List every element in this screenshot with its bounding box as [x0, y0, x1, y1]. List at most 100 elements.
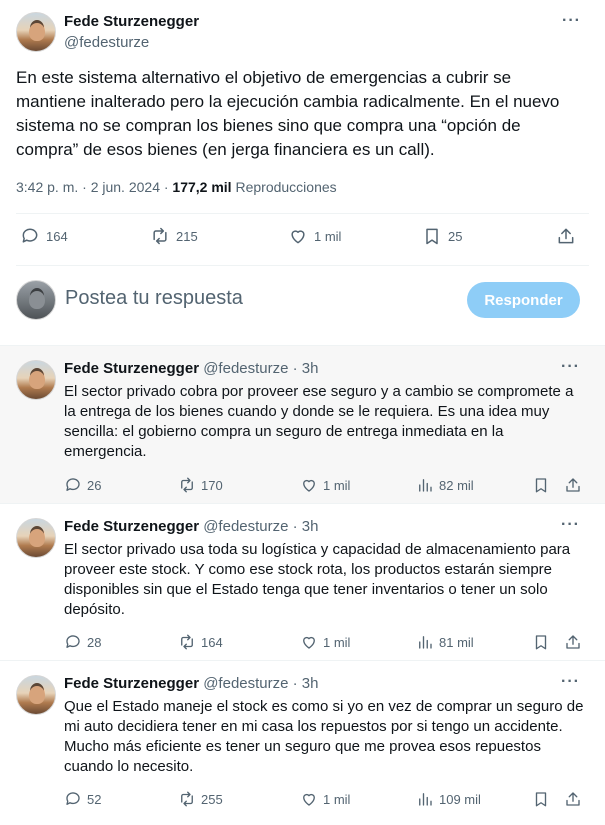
- reply-submit-button[interactable]: Responder: [467, 282, 580, 318]
- like-button[interactable]: 1 mil: [300, 633, 350, 651]
- tweet-time[interactable]: 3:42 p. m. · 2 jun. 2024 ·: [16, 179, 172, 195]
- tweet-text: En este sistema alternativo el objetivo …: [16, 68, 560, 159]
- reply-text: El sector privado usa toda su logística …: [64, 541, 571, 618]
- bookmark-icon: [535, 792, 547, 807]
- bookmark-icon: [535, 478, 547, 493]
- bookmark-button[interactable]: 25: [422, 226, 462, 246]
- bookmark-button[interactable]: [532, 790, 550, 808]
- share-button[interactable]: [556, 226, 576, 246]
- more-icon[interactable]: ···: [562, 12, 581, 30]
- more-icon[interactable]: ···: [561, 358, 580, 376]
- reply-count: 164: [46, 228, 68, 244]
- heart-icon: [303, 479, 315, 492]
- reply-bubble-icon: [22, 228, 38, 243]
- like-count: 1 mil: [323, 791, 351, 807]
- views-count: 177,2 mil: [172, 179, 232, 195]
- reply-header: Fede Sturzenegger @fedesturze · 3h: [64, 360, 319, 377]
- views-button[interactable]: 81 mil: [416, 633, 474, 651]
- repost-count: 164: [201, 634, 223, 650]
- reply-composer: Postea tu respuesta Responder: [0, 268, 605, 338]
- reply-header: Fede Sturzenegger @fedesturze · 3h: [64, 518, 319, 535]
- reply-count: 26: [87, 477, 102, 493]
- reply-button[interactable]: 26: [64, 476, 101, 494]
- more-icon[interactable]: ···: [561, 516, 580, 534]
- reply-bubble-icon: [66, 478, 80, 491]
- reply-bubble-icon: [66, 792, 80, 805]
- reply-text: Que el Estado maneje el stock es como si…: [64, 698, 584, 775]
- reply-tweet[interactable]: Fede Sturzenegger @fedesturze · 3h ··· E…: [0, 346, 605, 503]
- like-count: 1 mil: [314, 228, 342, 244]
- bookmark-count: 25: [448, 228, 463, 244]
- repost-button[interactable]: 164: [178, 633, 223, 651]
- reply-tweet[interactable]: Fede Sturzenegger @fedesturze · 3h ··· Q…: [0, 661, 605, 825]
- author-avatar[interactable]: [16, 360, 56, 400]
- heart-icon: [303, 793, 315, 806]
- bookmark-icon: [535, 635, 547, 650]
- views-bar-chart-icon: [419, 636, 432, 649]
- repost-icon: [153, 227, 167, 245]
- views-count: 109 mil: [439, 791, 481, 807]
- author-avatar[interactable]: [16, 675, 56, 715]
- reply-actions: 28 164 1 mil 81 mil: [64, 633, 584, 653]
- repost-icon: [181, 634, 193, 650]
- share-icon: [566, 792, 580, 806]
- like-count: 1 mil: [323, 634, 351, 650]
- views-count: 81 mil: [439, 634, 474, 650]
- reply-button[interactable]: 28: [64, 633, 101, 651]
- bookmark-button[interactable]: [532, 476, 550, 494]
- author-name[interactable]: Fede Sturzenegger: [64, 13, 199, 30]
- views-bar-chart-icon: [419, 793, 432, 806]
- reply-bubble-icon: [66, 635, 80, 648]
- repost-button[interactable]: 170: [178, 476, 223, 494]
- like-button[interactable]: 1 mil: [300, 476, 350, 494]
- heart-icon: [303, 636, 315, 649]
- repost-button[interactable]: 215: [150, 226, 198, 246]
- repost-button[interactable]: 255: [178, 790, 223, 808]
- heart-icon: [291, 230, 305, 244]
- more-icon[interactable]: ···: [561, 673, 580, 691]
- author-handle[interactable]: @fedesturze · 3h: [203, 360, 318, 377]
- share-button[interactable]: [564, 476, 582, 494]
- reply-actions: 52 255 1 mil 109 mil: [64, 790, 584, 810]
- reply-actions: 26 170 1 mil 82 mil: [64, 476, 584, 496]
- views-label: Reproducciones: [231, 179, 337, 195]
- author-handle[interactable]: @fedesturze: [64, 34, 149, 51]
- bookmark-button[interactable]: [532, 633, 550, 651]
- views-button[interactable]: 109 mil: [416, 790, 481, 808]
- like-count: 1 mil: [323, 477, 351, 493]
- views-count: 82 mil: [439, 477, 474, 493]
- reply-button[interactable]: 52: [64, 790, 101, 808]
- user-avatar: [16, 280, 56, 320]
- author-name[interactable]: Fede Sturzenegger: [64, 360, 199, 377]
- repost-count: 215: [176, 228, 198, 244]
- author-handle[interactable]: @fedesturze · 3h: [203, 675, 318, 692]
- reply-button[interactable]: 164: [20, 226, 68, 246]
- divider: [16, 213, 589, 214]
- bookmark-icon: [426, 228, 438, 245]
- views-bar-chart-icon: [419, 479, 432, 492]
- like-button[interactable]: 1 mil: [288, 226, 341, 246]
- tweet-actions: 164 215 1 mil 25: [16, 226, 581, 252]
- views-button[interactable]: 82 mil: [416, 476, 474, 494]
- share-icon: [558, 228, 574, 244]
- author-avatar[interactable]: [16, 518, 56, 558]
- author-avatar[interactable]: [16, 12, 56, 52]
- repost-count: 255: [201, 791, 223, 807]
- divider: [16, 265, 589, 266]
- reply-count: 28: [87, 634, 102, 650]
- reply-count: 52: [87, 791, 102, 807]
- share-icon: [566, 478, 580, 492]
- repost-count: 170: [201, 477, 223, 493]
- share-button[interactable]: [564, 633, 582, 651]
- share-button[interactable]: [564, 790, 582, 808]
- reply-input[interactable]: Postea tu respuesta: [65, 287, 243, 310]
- reply-text: El sector privado cobra por proveer ese …: [64, 383, 574, 460]
- tweet-meta: 3:42 p. m. · 2 jun. 2024 · 177,2 mil Rep…: [16, 179, 337, 195]
- author-name[interactable]: Fede Sturzenegger: [64, 675, 199, 692]
- author-name[interactable]: Fede Sturzenegger: [64, 518, 199, 535]
- author-handle[interactable]: @fedesturze · 3h: [203, 518, 318, 535]
- like-button[interactable]: 1 mil: [300, 790, 350, 808]
- repost-icon: [181, 791, 193, 807]
- share-icon: [566, 635, 580, 649]
- reply-tweet[interactable]: Fede Sturzenegger @fedesturze · 3h ··· E…: [0, 504, 605, 660]
